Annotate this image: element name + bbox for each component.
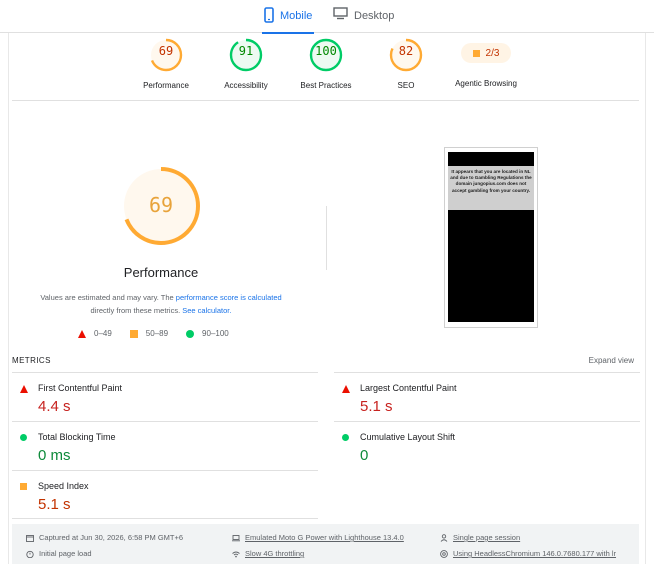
metric-value: 4.4 s xyxy=(38,398,71,415)
metric-name: Total Blocking Time xyxy=(38,432,116,442)
calculator-link[interactable]: See calculator. xyxy=(182,306,231,315)
legend-label: 90–100 xyxy=(202,329,229,338)
captured-info: Captured at Jun 30, 2026, 6:58 PM GMT+6 xyxy=(26,533,183,542)
browser-info[interactable]: Using HeadlessChromium 146.0.7680.177 wi… xyxy=(440,549,616,558)
session-info[interactable]: Single page session xyxy=(440,533,520,542)
load-info: Initial page load xyxy=(26,549,92,558)
gauge-label: Best Practices xyxy=(300,81,352,90)
performance-title: Performance xyxy=(123,265,199,280)
gauge-score: 91 xyxy=(238,44,254,58)
screenshot-message: It appears that you are located in NL an… xyxy=(448,166,534,210)
performance-score-link[interactable]: performance score is calculated xyxy=(176,293,282,302)
calendar-icon xyxy=(26,534,34,542)
score-gauge-seo[interactable]: 82 SEO xyxy=(366,38,446,90)
metric-lcp: Largest Contentful Paint 5.1 s xyxy=(334,372,640,421)
gauge-score: 100 xyxy=(315,44,337,58)
agentic-score: 2/3 xyxy=(485,47,500,59)
vertical-divider xyxy=(326,206,327,270)
wifi-icon xyxy=(232,551,240,557)
agentic-browsing-label: Agentic Browsing xyxy=(455,79,517,88)
estimate-note: Values are estimated and may vary. The p… xyxy=(28,291,294,317)
metric-name: Speed Index xyxy=(38,481,89,491)
metric-value: 0 xyxy=(360,447,369,464)
fail-triangle-icon xyxy=(20,385,28,393)
score-gauge-performance[interactable]: 69 Performance xyxy=(126,38,206,90)
legend-label: 0–49 xyxy=(94,329,112,338)
legend-fail: 0–49 xyxy=(78,329,112,338)
metrics-header: METRICS xyxy=(12,356,51,365)
monitor-icon xyxy=(333,7,348,20)
score-legend: 0–49 50–89 90–100 xyxy=(78,329,247,338)
performance-gauge: 69 xyxy=(121,166,201,246)
metric-value: 5.1 s xyxy=(360,398,393,415)
tab-desktop[interactable]: Desktop xyxy=(333,7,394,33)
load-text: Initial page load xyxy=(39,549,92,558)
metric-name: Largest Contentful Paint xyxy=(360,383,457,393)
metric-name: Cumulative Layout Shift xyxy=(360,432,456,442)
metric-tbt: Total Blocking Time 0 ms xyxy=(12,421,318,470)
metric-fcp: First Contentful Paint 4.4 s xyxy=(12,372,318,421)
gauge-score: 69 xyxy=(158,44,174,58)
phone-icon xyxy=(264,7,274,23)
average-square-icon xyxy=(472,49,480,57)
device-tabs: Mobile Desktop xyxy=(0,0,654,34)
person-icon xyxy=(440,533,448,542)
gauge-label: Performance xyxy=(143,81,189,90)
agentic-browsing-badge[interactable]: 2/3 xyxy=(461,43,511,63)
score-gauge-best-practices[interactable]: 100 Best Practices xyxy=(286,38,366,90)
device-info[interactable]: Emulated Moto G Power with Lighthouse 13… xyxy=(232,533,404,542)
tab-mobile[interactable]: Mobile xyxy=(262,7,315,34)
divider xyxy=(12,100,639,101)
page-screenshot[interactable]: It appears that you are located in NL an… xyxy=(444,147,538,328)
metric-value: 5.1 s xyxy=(38,496,71,513)
score-gauge-accessibility[interactable]: 91 Accessibility xyxy=(206,38,286,90)
gauge-label: SEO xyxy=(397,81,415,90)
throttle-text: Slow 4G throttling xyxy=(245,549,305,558)
gauge-score: 82 xyxy=(398,44,414,58)
tab-mobile-label: Mobile xyxy=(280,10,313,22)
pass-circle-icon xyxy=(186,329,195,338)
tab-desktop-label: Desktop xyxy=(354,10,395,22)
timer-icon xyxy=(26,550,34,558)
laptop-icon xyxy=(232,534,240,541)
estimate-text-2: directly from these metrics. xyxy=(90,306,183,315)
device-text: Emulated Moto G Power with Lighthouse 13… xyxy=(245,533,404,542)
estimate-text: Values are estimated and may vary. The xyxy=(40,293,176,302)
captured-text: Captured at Jun 30, 2026, 6:58 PM GMT+6 xyxy=(39,533,184,542)
pass-circle-icon xyxy=(20,434,27,441)
expand-view-toggle[interactable]: Expand view xyxy=(589,356,634,365)
throttle-info[interactable]: Slow 4G throttling xyxy=(232,549,304,558)
performance-score: 69 xyxy=(148,193,174,217)
fail-triangle-icon xyxy=(78,329,86,338)
browser-text: Using HeadlessChromium 146.0.7680.177 wi… xyxy=(453,549,617,558)
average-square-icon xyxy=(20,483,27,490)
legend-label: 50–89 xyxy=(145,329,169,338)
legend-pass: 90–100 xyxy=(186,329,229,338)
chrome-icon xyxy=(440,549,448,558)
gauge-label: Accessibility xyxy=(224,81,268,90)
screenshot-content: It appears that you are located in NL an… xyxy=(448,152,534,322)
fail-triangle-icon xyxy=(342,385,350,393)
session-text: Single page session xyxy=(453,533,521,542)
legend-average: 50–89 xyxy=(129,329,169,338)
metric-value: 0 ms xyxy=(38,447,71,464)
average-square-icon xyxy=(129,329,138,338)
runtime-settings: Captured at Jun 30, 2026, 6:58 PM GMT+6 … xyxy=(12,524,639,564)
metric-speed-index: Speed Index 5.1 s xyxy=(12,470,318,519)
metric-cls: Cumulative Layout Shift 0 xyxy=(334,421,640,470)
pass-circle-icon xyxy=(342,434,349,441)
metric-name: First Contentful Paint xyxy=(38,383,123,393)
